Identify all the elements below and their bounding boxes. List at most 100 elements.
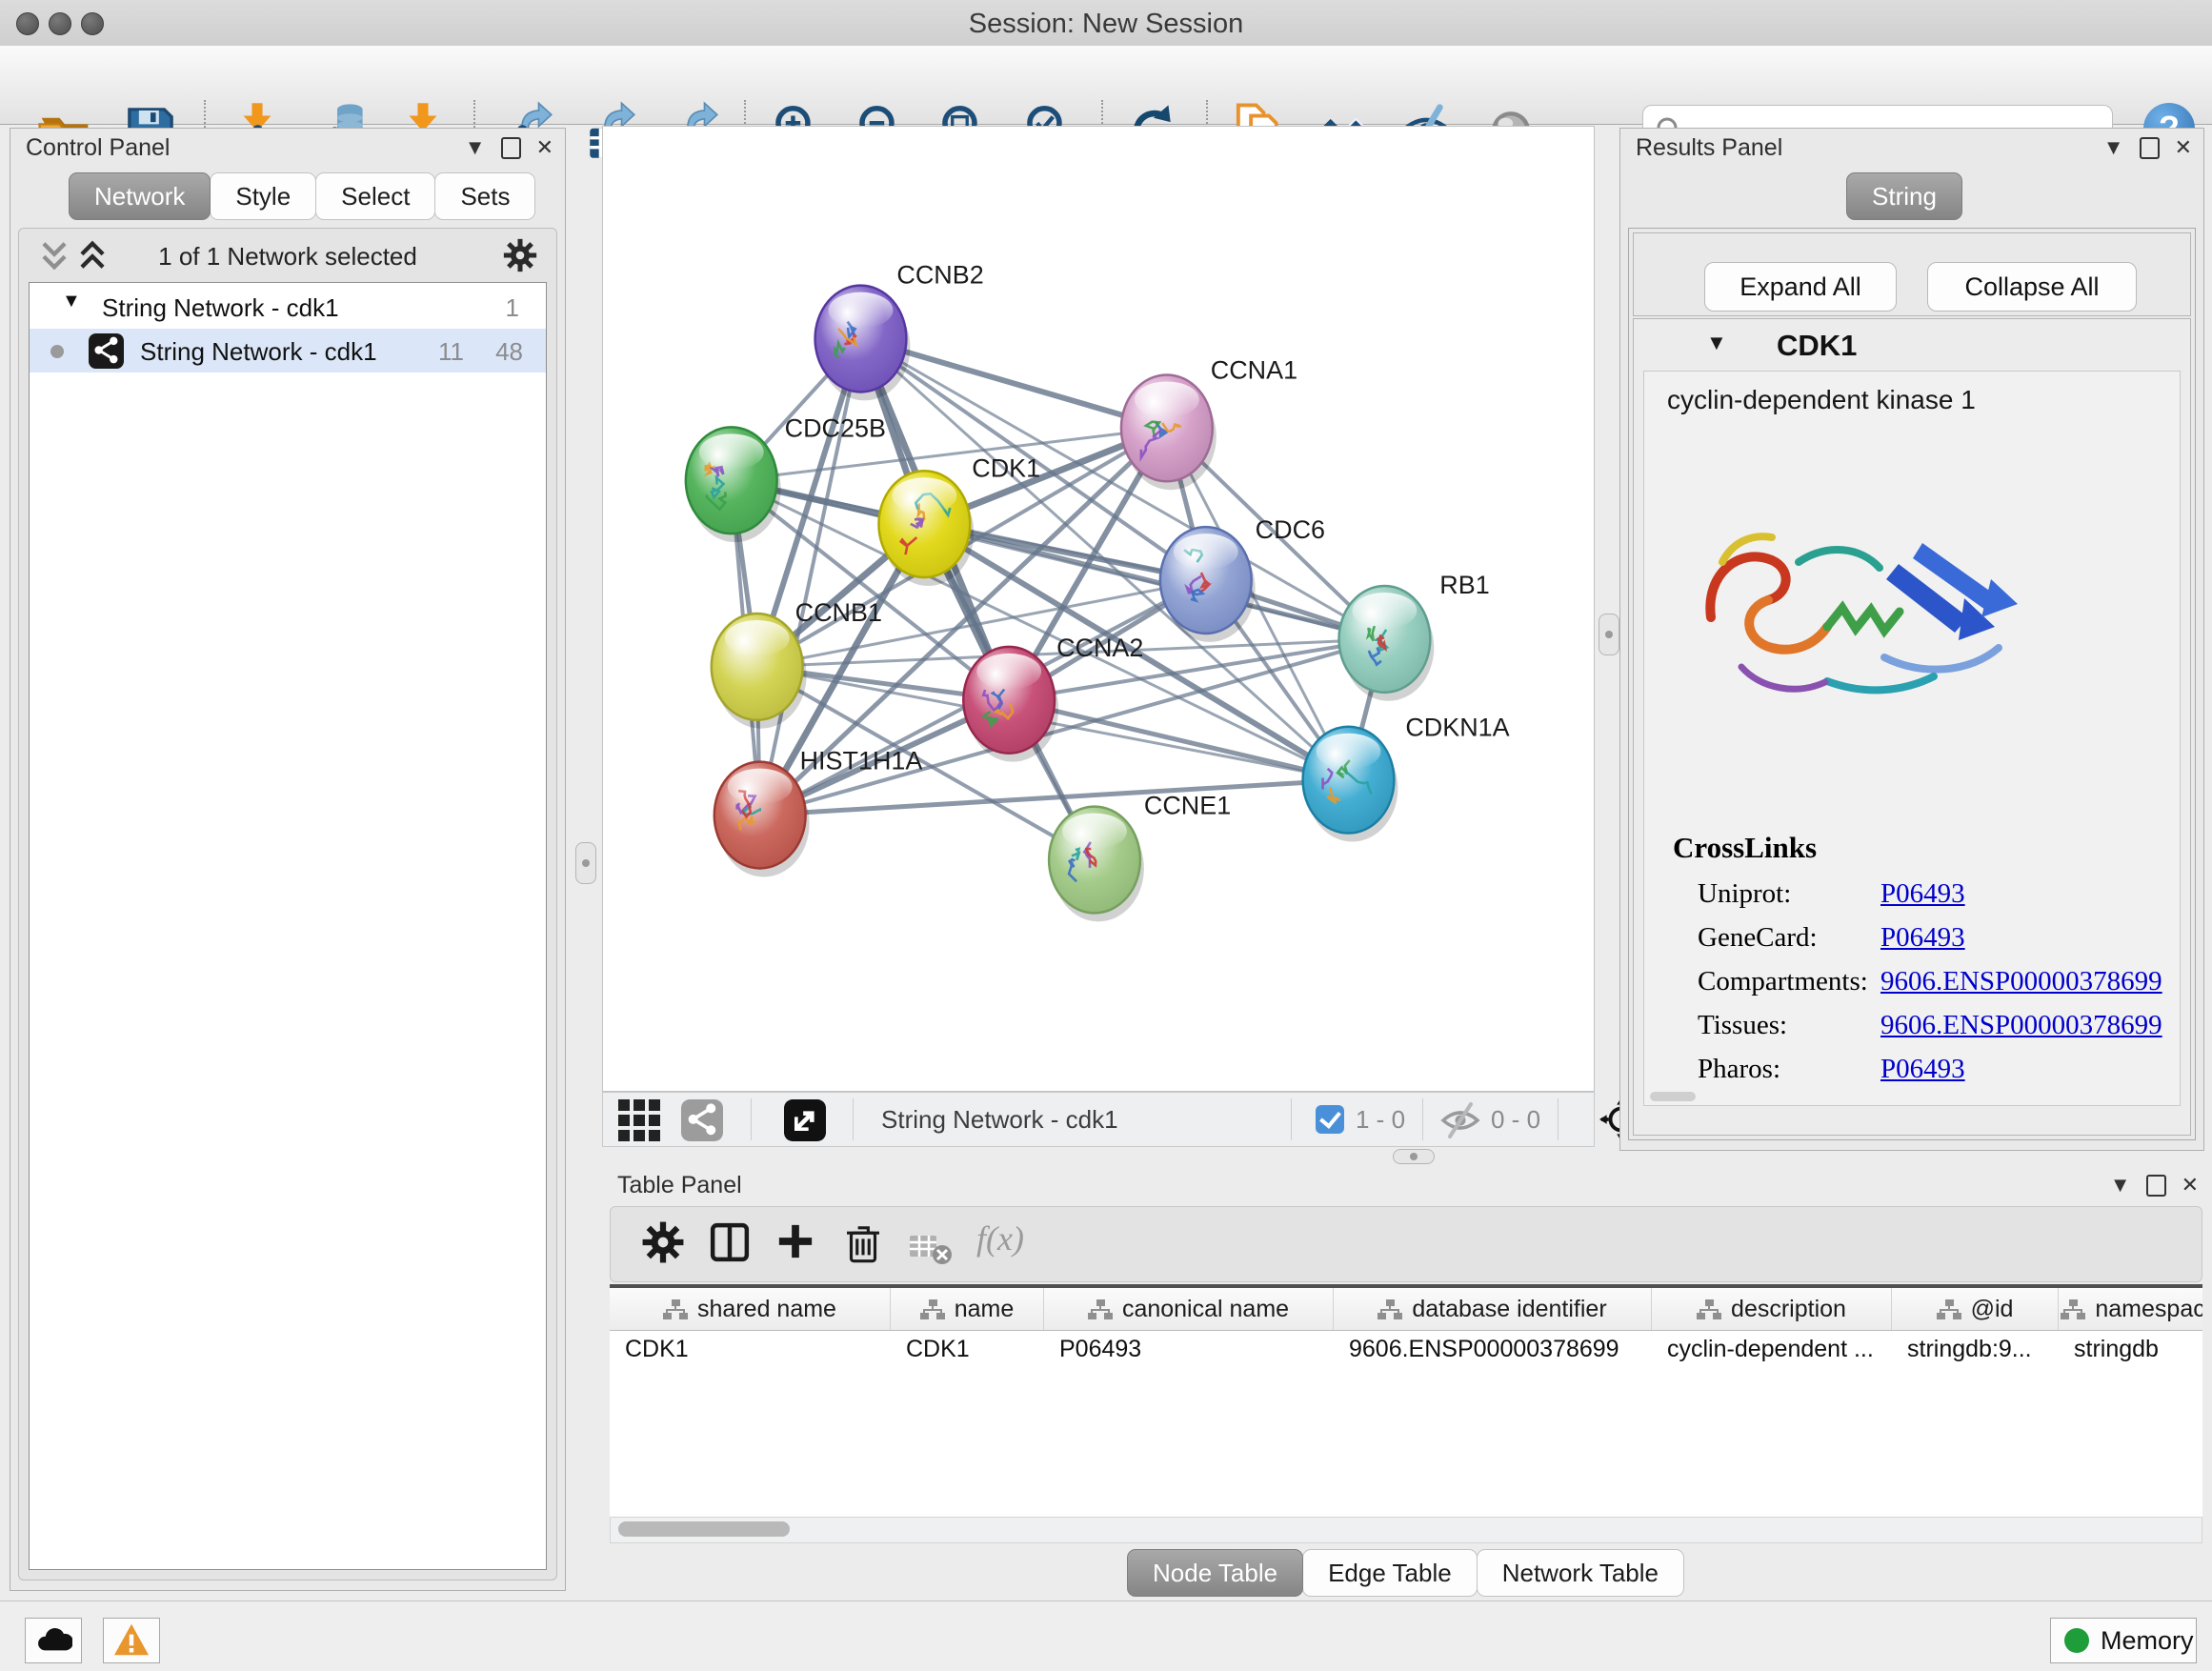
expand-all-button[interactable]: Expand All [1704, 262, 1897, 312]
crosslink-row: Compartments:9606.ENSP00000378699 [1644, 966, 2180, 1010]
crosslink-link[interactable]: P06493 [1880, 878, 1965, 910]
table-options-gear-icon[interactable] [639, 1218, 691, 1270]
collapse-all-button[interactable]: Collapse All [1927, 262, 2137, 312]
left-splitter-handle[interactable] [575, 842, 596, 884]
bottom-splitter-handle[interactable] [1393, 1149, 1435, 1164]
network-edge[interactable] [1009, 700, 1348, 780]
table-cell[interactable]: P06493 [1044, 1330, 1334, 1370]
table-toolbar: f(x) [610, 1206, 2202, 1282]
network-share-icon[interactable] [681, 1099, 723, 1141]
crosslink-label: Pharos: [1698, 1054, 1780, 1085]
close-panel-icon[interactable]: ✕ [2175, 136, 2192, 159]
network-label: String Network - cdk1 [140, 337, 377, 367]
column-header-label: namespace [2095, 1296, 2202, 1323]
tree-expander-icon[interactable]: ▼ [62, 291, 81, 312]
collapse-panel-icon[interactable]: ▼ [2103, 136, 2124, 159]
results-button-strip: Expand All Collapse All [1633, 232, 2191, 316]
window-title: Session: New Session [0, 9, 2212, 40]
network-node-CDC6[interactable]: CDC6 [1160, 515, 1325, 642]
table-row[interactable]: CDK1CDK1P064939606.ENSP00000378699cyclin… [610, 1330, 2202, 1370]
column-header-label: canonical name [1122, 1296, 1289, 1323]
network-node-CDKN1A[interactable]: CDKN1A [1303, 714, 1510, 842]
network-row-selected[interactable]: String Network - cdk1 11 48 [30, 329, 546, 372]
network-collection-row[interactable]: ▼ String Network - cdk1 1 [30, 285, 546, 329]
results-panel: Results Panel ▼ ✕ String Expand All Coll… [1619, 128, 2204, 1151]
column-header-canonical-name[interactable]: canonical name [1044, 1288, 1334, 1330]
show-columns-icon[interactable] [706, 1218, 757, 1270]
string-network-icon [89, 333, 124, 369]
crosslinks-title: CrossLinks [1673, 831, 1817, 865]
column-header-name[interactable]: name [891, 1288, 1044, 1330]
column-header-database-identifier[interactable]: database identifier [1334, 1288, 1652, 1330]
section-expander-icon[interactable]: ▼ [1706, 331, 1727, 355]
float-panel-icon[interactable] [2146, 1175, 2166, 1197]
grid-mode-icon[interactable] [618, 1099, 660, 1141]
view-dot-icon [50, 345, 64, 358]
tab-sets[interactable]: Sets [434, 172, 535, 220]
node-label: CDK1 [972, 453, 1040, 482]
table-cell[interactable]: 9606.ENSP00000378699 [1334, 1330, 1652, 1370]
network-selection-summary: 1 of 1 Network selected [19, 242, 556, 272]
table-cell[interactable]: stringdb:9... [1892, 1330, 2059, 1370]
cloud-status-button[interactable] [25, 1618, 82, 1663]
column-header-description[interactable]: description [1652, 1288, 1892, 1330]
content-scrollbar-thumb[interactable] [1650, 1092, 1696, 1101]
network-options-gear-icon[interactable] [501, 236, 539, 274]
close-panel-icon[interactable]: ✕ [536, 136, 553, 159]
network-canvas[interactable]: CCNB2CCNA1CDC25BCDK1CDC6RB1CCNB1CCNA2CDK… [602, 126, 1595, 1092]
collection-count: 1 [506, 293, 519, 323]
column-header-shared-name[interactable]: shared name [610, 1288, 891, 1330]
memory-status-dot [2064, 1628, 2089, 1653]
network-edge[interactable] [760, 339, 861, 815]
titlebar: Session: New Session [0, 0, 2212, 47]
crosslink-link[interactable]: 9606.ENSP00000378699 [1880, 1010, 2162, 1041]
tab-edge-table[interactable]: Edge Table [1302, 1549, 1478, 1597]
network-node-CCNB2[interactable]: CCNB2 [815, 261, 984, 401]
right-splitter-handle[interactable] [1599, 614, 1619, 655]
node-label: RB1 [1439, 571, 1489, 599]
delete-columns-icon[interactable] [839, 1218, 891, 1270]
table-cell[interactable]: stringdb [2059, 1330, 2202, 1370]
close-panel-icon[interactable]: ✕ [2182, 1174, 2199, 1197]
crosslink-row: Pharos: P06493 [1644, 1054, 2180, 1097]
tab-string[interactable]: String [1846, 172, 1962, 220]
network-node-CDK1[interactable]: CDK1 [878, 453, 1040, 586]
float-panel-icon[interactable] [2140, 137, 2160, 159]
tab-network[interactable]: Network [69, 172, 211, 220]
table-cell[interactable]: CDK1 [610, 1330, 891, 1370]
create-column-icon[interactable] [773, 1218, 824, 1270]
tab-style[interactable]: Style [210, 172, 316, 220]
crosslink-link[interactable]: 9606.ENSP00000378699 [1880, 966, 2162, 997]
table-cell[interactable]: CDK1 [891, 1330, 1044, 1370]
selected-checkbox-icon[interactable] [1316, 1105, 1344, 1134]
column-header-namespace[interactable]: namespace [2059, 1288, 2202, 1330]
cloud-icon [34, 1624, 72, 1654]
status-bar: Memory [0, 1601, 2212, 1671]
node-count: 11 [438, 337, 464, 367]
cytoscape-window: Session: New Session ? Control Panel ▼ ✕… [0, 0, 2212, 1671]
warnings-button[interactable] [103, 1618, 160, 1663]
node-label: CCNB1 [795, 598, 882, 627]
tab-node-table[interactable]: Node Table [1127, 1549, 1303, 1597]
control-panel-title: Control Panel [26, 134, 170, 162]
column-header-label: name [955, 1296, 1015, 1323]
crosslink-link[interactable]: P06493 [1880, 922, 1965, 954]
node-label: CCNE1 [1144, 792, 1231, 820]
column-header--id[interactable]: @id [1892, 1288, 2059, 1330]
network-node-RB1[interactable]: RB1 [1339, 571, 1490, 701]
crosslink-link[interactable]: P06493 [1880, 1054, 1965, 1085]
network-node-CCNE1[interactable]: CCNE1 [1049, 792, 1231, 922]
column-header-label: database identifier [1412, 1296, 1606, 1323]
table-cell[interactable]: cyclin-dependent ... [1652, 1330, 1892, 1370]
delete-table-icon [908, 1226, 959, 1278]
table-hscrollbar-thumb[interactable] [618, 1521, 790, 1537]
float-panel-icon[interactable] [501, 137, 521, 159]
main-toolbar: ? [0, 46, 2212, 125]
tab-select[interactable]: Select [315, 172, 435, 220]
detach-view-icon[interactable] [784, 1099, 826, 1141]
collapse-panel-icon[interactable]: ▼ [465, 136, 486, 159]
collapse-panel-icon[interactable]: ▼ [2110, 1174, 2131, 1197]
node-result-header[interactable]: ▼ CDK1 [1634, 319, 2190, 371]
memory-button[interactable]: Memory [2050, 1618, 2197, 1663]
tab-network-table[interactable]: Network Table [1477, 1549, 1684, 1597]
